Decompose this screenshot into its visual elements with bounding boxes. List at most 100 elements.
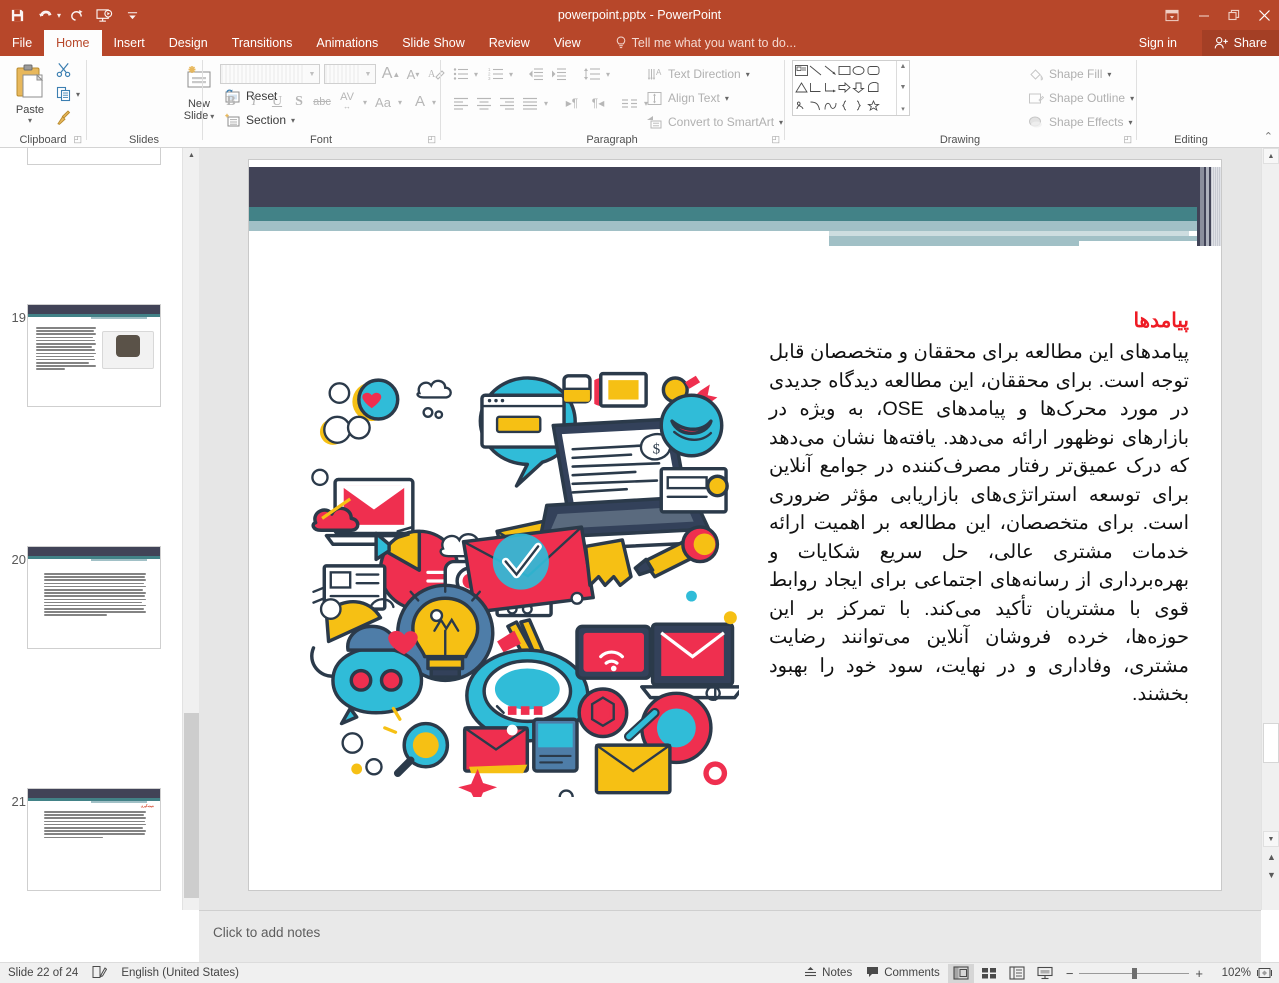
character-spacing-button[interactable]: AV ↔ — [334, 91, 360, 113]
notes-pane[interactable]: Click to add notes — [199, 910, 1261, 962]
shape-elbow-arrow-icon[interactable] — [823, 79, 837, 96]
shape-right-brace-icon[interactable] — [852, 97, 866, 114]
strikethrough-button[interactable]: abc — [310, 91, 334, 113]
language-indicator[interactable]: English (United States) — [121, 967, 239, 979]
increase-font-size-button[interactable]: A ▲ — [380, 63, 402, 85]
shapes-more-icon[interactable]: ▾ — [901, 105, 905, 113]
decrease-indent-button[interactable] — [525, 63, 547, 85]
paste-button[interactable]: Paste ▾ — [8, 60, 52, 125]
shape-rectangle-icon[interactable] — [837, 62, 851, 79]
slide-thumbnail-pane[interactable]: 18 19 — [0, 148, 182, 960]
align-left-button[interactable] — [450, 92, 472, 114]
left-to-right-button[interactable]: ▸¶ — [560, 92, 584, 114]
collapse-ribbon-icon[interactable]: ⌃ — [1264, 130, 1273, 143]
fit-slide-to-window-icon[interactable] — [1253, 964, 1275, 983]
font-dialog-launcher[interactable]: ◰ — [427, 134, 436, 145]
zoom-slider[interactable]: − + — [1060, 966, 1209, 981]
reading-view-button[interactable] — [1004, 964, 1030, 983]
tab-file[interactable]: File — [0, 30, 45, 56]
shape-down-arrow-icon[interactable] — [852, 79, 866, 96]
tab-home[interactable]: Home — [44, 30, 102, 56]
shape-curve-icon[interactable] — [808, 97, 822, 114]
shape-outline-button[interactable]: Shape Outline ▾ — [1024, 86, 1137, 110]
font-name-combobox[interactable]: ▼ — [220, 64, 320, 84]
shape-right-arrow-icon[interactable] — [837, 79, 851, 96]
text-shadow-button[interactable]: S — [288, 91, 310, 113]
slide-title[interactable]: پیامدها — [769, 308, 1189, 333]
paste-dropdown-icon[interactable]: ▾ — [8, 116, 52, 125]
line-spacing-button[interactable] — [580, 63, 604, 85]
notes-toggle-button[interactable]: Notes — [798, 963, 858, 983]
align-right-button[interactable] — [496, 92, 518, 114]
thumbnail-slide-18[interactable]: 18 — [0, 148, 182, 181]
zoom-level[interactable]: 102% — [1211, 967, 1251, 979]
line-spacing-dropdown-icon[interactable]: ▾ — [603, 63, 613, 85]
copy-dropdown-icon[interactable]: ▾ — [76, 90, 80, 99]
shape-fill-button[interactable]: Shape Fill ▾ — [1024, 62, 1114, 86]
spelling-icon[interactable] — [92, 965, 108, 982]
text-direction-dropdown-icon[interactable]: ▾ — [746, 70, 750, 79]
tab-review[interactable]: Review — [477, 30, 542, 56]
shape-pie-icon[interactable] — [866, 79, 880, 96]
start-from-beginning-icon[interactable] — [91, 2, 117, 28]
drawing-dialog-launcher[interactable]: ◰ — [1123, 134, 1132, 145]
zoom-in-button[interactable]: + — [1195, 966, 1203, 981]
shapes-scroll-down-icon[interactable]: ▼ — [900, 84, 907, 91]
tab-design[interactable]: Design — [157, 30, 220, 56]
numbering-button[interactable]: 123 — [485, 63, 507, 85]
shape-fill-dropdown-icon[interactable]: ▾ — [1107, 70, 1111, 79]
zoom-out-button[interactable]: − — [1066, 966, 1074, 981]
shapes-gallery-scroll[interactable]: ▲ ▼ ▾ — [896, 61, 909, 115]
slide-body-text[interactable]: پیامدهای این مطالعه برای محققان و متخصصا… — [769, 338, 1189, 709]
tab-insert[interactable]: Insert — [102, 30, 157, 56]
text-direction-button[interactable]: A Text Direction ▾ — [643, 62, 753, 86]
shape-triangle-icon[interactable] — [794, 79, 808, 96]
shape-left-brace-icon[interactable] — [837, 97, 851, 114]
italic-button[interactable]: I — [243, 91, 265, 113]
font-size-combobox[interactable]: ▼ — [324, 64, 376, 84]
tab-transitions[interactable]: Transitions — [220, 30, 305, 56]
align-text-button[interactable]: Align Text ▾ — [643, 86, 732, 110]
customize-quick-access-toolbar-icon[interactable] — [119, 2, 145, 28]
underline-button[interactable]: U — [266, 91, 288, 113]
shapes-scroll-up-icon[interactable]: ▲ — [900, 63, 907, 70]
columns-button[interactable] — [618, 92, 642, 114]
change-case-button[interactable]: Aa — [370, 91, 396, 113]
clipboard-dialog-launcher[interactable]: ◰ — [73, 134, 82, 145]
save-icon[interactable] — [4, 2, 30, 28]
justify-dropdown-icon[interactable]: ▾ — [541, 92, 551, 114]
tab-animations[interactable]: Animations — [304, 30, 390, 56]
tab-view[interactable]: View — [542, 30, 593, 56]
right-to-left-button[interactable]: ¶◂ — [586, 92, 610, 114]
shape-star-icon[interactable] — [866, 97, 880, 114]
thumbnail-pane-scrollbar[interactable]: ▲ ▼ — [182, 148, 199, 960]
shape-scribble-icon[interactable] — [794, 97, 808, 114]
shape-oval-icon[interactable] — [852, 62, 866, 79]
tell-me-search[interactable]: Tell me what you want to do... — [615, 30, 796, 56]
align-text-dropdown-icon[interactable]: ▾ — [725, 94, 729, 103]
decrease-font-size-button[interactable]: A ▾ — [402, 63, 424, 85]
change-case-dropdown-icon[interactable]: ▾ — [395, 91, 405, 113]
slide-scroll-up-icon[interactable]: ▲ — [1263, 148, 1279, 164]
redo-icon[interactable] — [63, 2, 89, 28]
minimize-icon[interactable] — [1189, 0, 1219, 30]
bullets-dropdown-icon[interactable]: ▾ — [471, 63, 481, 85]
slide-canvas[interactable]: پیامدها پیامدهای این مطالعه برای محققان … — [249, 160, 1221, 890]
thumbnail-slide-19[interactable]: 19 — [0, 302, 182, 423]
font-color-button[interactable]: A — [410, 90, 430, 112]
shape-textbox-icon[interactable] — [794, 62, 808, 79]
shape-line-icon[interactable] — [808, 62, 822, 79]
zoom-handle[interactable] — [1132, 967, 1138, 979]
font-size-dropdown-icon[interactable]: ▼ — [361, 71, 375, 78]
thumbnail-scroll-up-icon[interactable]: ▲ — [184, 148, 199, 163]
comments-toggle-button[interactable]: Comments — [860, 963, 946, 983]
tab-slide-show[interactable]: Slide Show — [390, 30, 477, 56]
shape-effects-button[interactable]: Shape Effects ▾ — [1024, 110, 1136, 134]
close-icon[interactable] — [1249, 0, 1279, 30]
thumbnail-slide-21[interactable]: 21 نتیجه‌گیری — [0, 786, 182, 907]
normal-view-button[interactable] — [947, 963, 974, 983]
ribbon-display-options-icon[interactable] — [1155, 0, 1189, 30]
undo-dropdown-icon[interactable]: ▾ — [57, 11, 61, 20]
slide-show-button[interactable] — [1032, 964, 1058, 983]
slide-illustration[interactable]: .ol { stroke:#2b3a4a; stroke-width:3.2; … — [307, 365, 739, 797]
